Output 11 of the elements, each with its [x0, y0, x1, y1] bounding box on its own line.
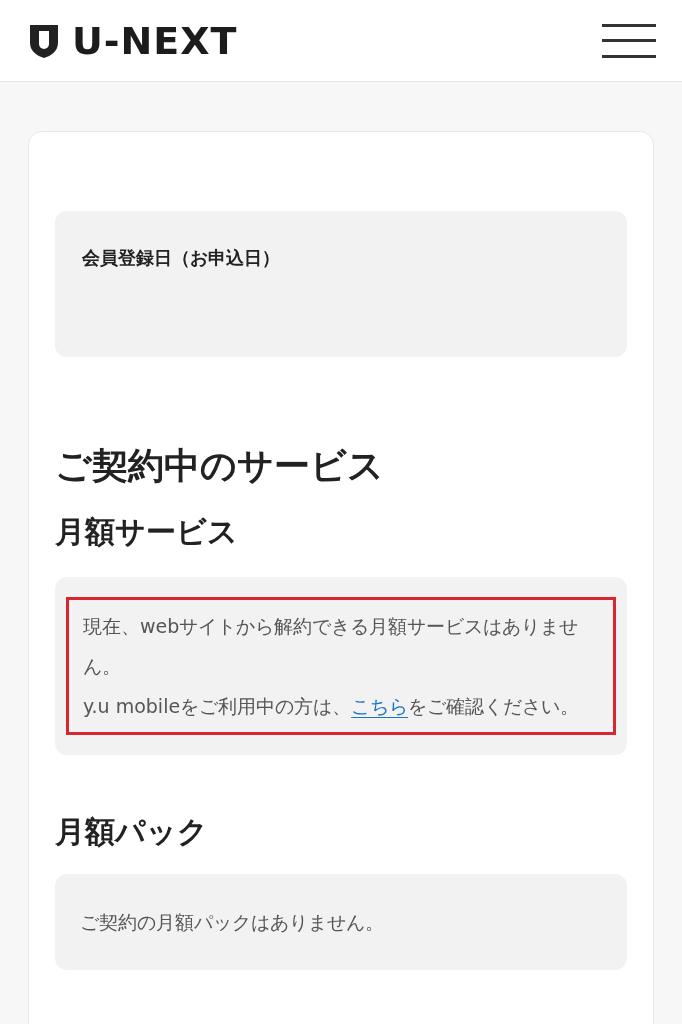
menu-icon[interactable] — [602, 22, 656, 59]
notice-text: y.u mobileをご利用中の方は、こちら をご確認ください。 — [83, 693, 581, 719]
subsection-heading: 月額サービス — [55, 513, 239, 551]
logo-text[interactable]: U-NEXT — [72, 21, 238, 60]
notice-text: 現在、webサイトから解約できる月額サービスはありません。 — [83, 613, 580, 679]
notice-text: ご契約の月額パックはありません。 — [80, 909, 384, 935]
link[interactable]: こちら — [351, 694, 409, 717]
subsection-heading: 月額パック — [55, 812, 209, 850]
section-heading: ご契約中のサービス — [55, 444, 385, 488]
registration-label: 会員登録日（お申込日） — [82, 246, 281, 270]
shield-icon — [28, 22, 60, 59]
